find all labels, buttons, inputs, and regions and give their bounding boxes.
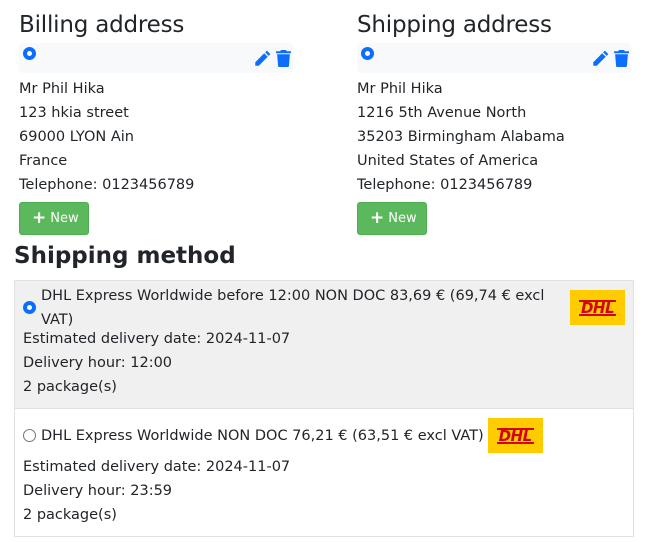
- pencil-icon[interactable]: [592, 50, 609, 71]
- address-line: 69000 LYON Ain: [19, 129, 134, 145]
- dhl-logo-text: DHL: [578, 298, 617, 317]
- shipping-option-label: DHL Express Worldwide NON DOC 76,21 € (6…: [41, 427, 484, 444]
- new-shipping-address-button[interactable]: + New: [357, 202, 427, 235]
- shipping-option-radio[interactable]: [23, 301, 36, 314]
- address-line: 123 hkia street: [19, 105, 129, 121]
- address-line: 1216 5th Avenue North: [357, 105, 527, 121]
- address-line: United States of America: [357, 153, 539, 169]
- shipping-address-section: Shipping address Mr Phil Hika 1216 5th A…: [357, 0, 637, 235]
- address-line: Telephone: 0123456789: [357, 177, 533, 193]
- dhl-logo: DHL: [570, 290, 625, 325]
- shipping-address-lines: Mr Phil Hika 1216 5th Avenue North 35203…: [357, 77, 637, 197]
- shipping-option-radio[interactable]: [23, 429, 36, 442]
- shipping-option-header: DHL Express Worldwide before 12:00 NON D…: [23, 288, 625, 328]
- address-line: France: [19, 153, 68, 169]
- delivery-hour: Delivery hour: 12:00: [23, 355, 173, 371]
- trash-icon[interactable]: [614, 50, 629, 71]
- billing-address-selector: [19, 43, 293, 73]
- shipping-option[interactable]: DHL Express Worldwide NON DOC 76,21 € (6…: [15, 408, 633, 536]
- address-line: Mr Phil Hika: [357, 81, 443, 97]
- plus-icon: +: [370, 207, 385, 228]
- package-count: 2 package(s): [23, 379, 117, 395]
- shipping-option-label: DHL Express Worldwide before 12:00 NON D…: [41, 287, 545, 328]
- billing-address-actions: [254, 50, 291, 71]
- address-line: Mr Phil Hika: [19, 81, 105, 97]
- billing-address-lines: Mr Phil Hika 123 hkia street 69000 LYON …: [19, 77, 299, 197]
- billing-address-section: Billing address Mr Phil Hika 123 hkia st…: [19, 0, 299, 235]
- shipping-address-actions: [592, 50, 629, 71]
- shipping-option[interactable]: DHL Express Worldwide before 12:00 NON D…: [15, 281, 633, 408]
- shipping-method-title: Shipping method: [14, 243, 236, 269]
- dhl-logo-text: DHL: [496, 426, 534, 445]
- pencil-icon[interactable]: [254, 50, 271, 71]
- package-count: 2 package(s): [23, 507, 117, 523]
- billing-address-title: Billing address: [19, 12, 185, 38]
- shipping-address-selector: [357, 43, 631, 73]
- billing-address-radio[interactable]: [23, 47, 36, 60]
- shipping-address-radio[interactable]: [361, 47, 374, 60]
- shipping-method-list: DHL Express Worldwide before 12:00 NON D…: [14, 280, 634, 537]
- shipping-address-title: Shipping address: [357, 12, 552, 38]
- delivery-hour: Delivery hour: 23:59: [23, 483, 173, 499]
- address-line: Telephone: 0123456789: [19, 177, 195, 193]
- dhl-logo: DHL: [487, 418, 543, 453]
- plus-icon: +: [32, 207, 47, 228]
- shipping-option-header: DHL Express Worldwide NON DOC 76,21 € (6…: [23, 418, 625, 453]
- new-billing-address-button[interactable]: + New: [19, 202, 89, 235]
- trash-icon[interactable]: [276, 50, 291, 71]
- new-button-label: New: [50, 211, 79, 226]
- address-line: 35203 Birmingham Alabama: [357, 129, 565, 145]
- delivery-date: Estimated delivery date: 2024-11-07: [23, 459, 291, 475]
- new-button-label: New: [388, 211, 417, 226]
